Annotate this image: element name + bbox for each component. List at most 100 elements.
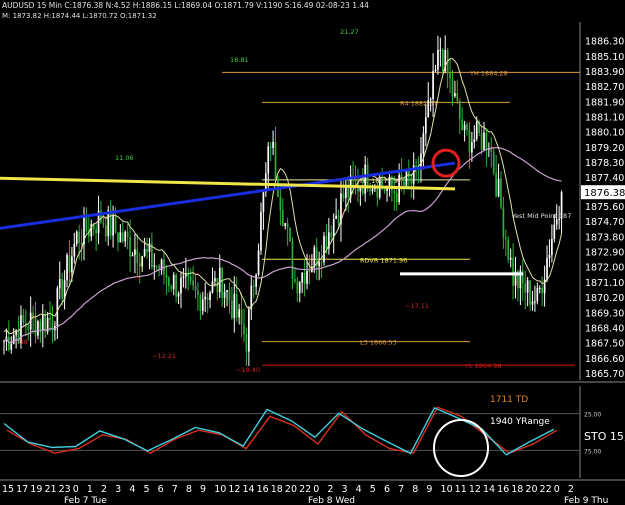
price-tick-label: 1886.30 (585, 37, 624, 48)
price-tick-label: 1875.60 (585, 202, 624, 213)
price-annotation: ~19.40 (236, 366, 260, 374)
candle-body (175, 274, 177, 297)
time-tick-label: 22 (299, 484, 311, 495)
candle-body (492, 151, 495, 173)
candle-body (201, 299, 204, 311)
candle-body (524, 283, 527, 293)
price-tick-label: 1873.80 (585, 232, 624, 243)
time-tick-label: 10 (214, 484, 226, 495)
candle-body (410, 177, 413, 184)
candle-body (228, 290, 231, 301)
candle-body (272, 142, 274, 148)
candle-body (199, 294, 202, 311)
candle-body (260, 211, 262, 251)
time-tick-label: 22 (540, 484, 552, 495)
time-tick-label: 0 (73, 484, 79, 495)
price-annotation: 21.27 (340, 28, 359, 36)
price-tick-label: 1879.20 (585, 143, 624, 154)
time-tick-label: 5 (370, 484, 376, 495)
time-tick-label: 3 (115, 484, 121, 495)
candle-body (223, 291, 226, 298)
candle-body (262, 192, 265, 212)
time-tick-label: 14 (242, 484, 254, 495)
candle-body (245, 334, 248, 352)
candle-body (80, 242, 83, 245)
candle-body (211, 281, 214, 293)
time-tick-label: 9 (200, 484, 206, 495)
time-tick-label: 4 (356, 484, 362, 495)
candle-body (301, 272, 304, 283)
price-annotation: ~38 (14, 338, 28, 346)
candle-body (172, 274, 175, 290)
time-tick-label: 2 (327, 484, 333, 495)
candle-body (403, 181, 405, 186)
time-tick-label: 23 (59, 484, 71, 495)
candle-body (437, 49, 439, 70)
forex-chart: AUDUSD 15 Min C:1876.38 N:4.52 H:1886.15… (0, 1, 625, 505)
time-tick-label: 8 (186, 484, 192, 495)
candle-body (269, 146, 272, 148)
candle-body (318, 262, 320, 267)
candle-body (141, 256, 144, 267)
candle-body (138, 263, 141, 267)
candle-body (136, 249, 139, 264)
candle-body (56, 288, 59, 327)
candle-body (274, 142, 277, 179)
candle-body (512, 257, 514, 286)
candle-body (354, 180, 357, 182)
candle-body (393, 190, 396, 194)
candle-body (325, 235, 328, 249)
candle-body (298, 282, 301, 294)
candle-body (369, 189, 371, 192)
stoch-note: 1711 TD (490, 395, 528, 405)
price-tick-label: 1868.40 (585, 323, 624, 334)
candle-body (226, 290, 228, 292)
candle-body (306, 271, 308, 284)
time-tick-label: 6 (384, 484, 390, 495)
candle-body (313, 247, 316, 267)
candle-body (68, 254, 71, 273)
candle-body (296, 281, 299, 294)
pivot-level-label: L3 1866.53 (360, 339, 397, 347)
price-tick-label: 1870.20 (585, 293, 624, 304)
time-tick-label: 18 (511, 484, 523, 495)
candle-body (119, 232, 122, 243)
candle-body (495, 172, 497, 197)
candle-body (536, 287, 539, 302)
time-tick-label: 10 (441, 484, 453, 495)
candle-body (553, 224, 556, 240)
candle-body (267, 146, 270, 174)
time-tick-label: 0 (554, 484, 560, 495)
time-tick-label: 8 (412, 484, 418, 495)
stoch-note: 1940 YRange (490, 417, 550, 427)
stoch-label: STO 15, (584, 430, 625, 443)
candle-body (342, 193, 345, 199)
candle-body (126, 231, 129, 238)
price-tick-label: 1867.50 (585, 339, 624, 350)
candle-body (538, 287, 541, 289)
candle-body (500, 178, 502, 208)
candle-body (95, 229, 97, 234)
candle-body (37, 321, 39, 336)
candle-body (252, 285, 255, 287)
candle-body (34, 316, 37, 336)
price-annotation: ~12.21 (152, 352, 176, 360)
candle-body (165, 274, 168, 278)
candle-body (429, 99, 432, 101)
candle-body (71, 256, 73, 273)
candle-body (507, 239, 510, 260)
candle-body (27, 327, 30, 330)
candle-body (281, 209, 284, 227)
candle-body (32, 312, 34, 317)
price-tick-label: 1865.70 (585, 369, 624, 380)
candle-body (153, 265, 156, 267)
candle-body (75, 231, 78, 244)
candle-body (526, 280, 529, 293)
time-tick-label: 16 (257, 484, 269, 495)
candle-body (458, 101, 461, 120)
candle-body (320, 262, 323, 264)
candle-body (235, 293, 238, 318)
candle-body (255, 274, 257, 287)
candle-body (471, 142, 473, 153)
candle-body (257, 250, 260, 275)
